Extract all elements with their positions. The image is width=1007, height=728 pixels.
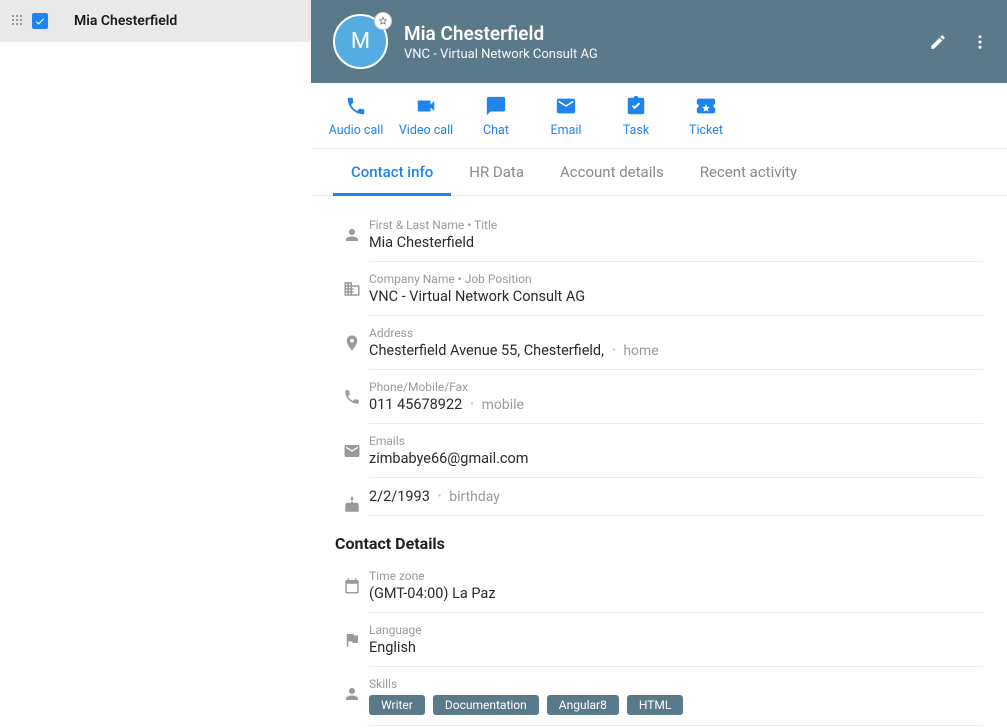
- avatar-initial: M: [351, 29, 370, 54]
- birthday-field-value: 2/2/1993: [369, 488, 430, 505]
- birthday-field-meta: birthday: [449, 489, 500, 505]
- video-call-button[interactable]: Video call: [391, 95, 461, 138]
- field-email: Emails zimbabye66@gmail.com: [335, 428, 983, 478]
- email-icon: [555, 95, 577, 117]
- ticket-label: Ticket: [689, 123, 723, 138]
- field-skills: Skills Writer Documentation Angular8 HTM…: [335, 671, 983, 726]
- address-field-meta: home: [623, 343, 658, 359]
- field-company: Company Name • Job Position VNC - Virtua…: [335, 266, 983, 316]
- company-field-label: Company Name • Job Position: [369, 272, 983, 286]
- field-phone: Phone/Mobile/Fax 011 45678922 • mobile: [335, 374, 983, 424]
- ticket-icon: [695, 95, 717, 117]
- timezone-field-label: Time zone: [369, 569, 983, 583]
- email-field-icon: [343, 442, 361, 460]
- contact-detail-panel: M Mia Chesterfield VNC - Virtual Network…: [311, 0, 1007, 728]
- language-field-label: Language: [369, 623, 983, 637]
- edit-icon[interactable]: [929, 33, 947, 51]
- chat-button[interactable]: Chat: [461, 95, 531, 138]
- company-field-value: VNC - Virtual Network Consult AG: [369, 288, 585, 305]
- field-name: First & Last Name • Title Mia Chesterfie…: [335, 212, 983, 262]
- skills-field-label: Skills: [369, 677, 983, 691]
- video-icon: [415, 95, 437, 117]
- cake-icon: [343, 496, 361, 514]
- person-skills-icon: [343, 685, 361, 703]
- building-icon: [343, 280, 361, 298]
- address-field-value: Chesterfield Avenue 55, Chesterfield,: [369, 342, 604, 359]
- star-icon: [378, 16, 388, 26]
- tab-hr-data[interactable]: HR Data: [451, 149, 542, 195]
- video-call-label: Video call: [399, 123, 453, 138]
- email-field-label: Emails: [369, 434, 983, 448]
- language-field-value: English: [369, 639, 416, 656]
- audio-call-button[interactable]: Audio call: [321, 95, 391, 138]
- drag-handle-icon[interactable]: [12, 15, 24, 27]
- avatar-container: M: [333, 14, 388, 69]
- contact-name: Mia Chesterfield: [404, 22, 598, 45]
- skills-chips: Writer Documentation Angular8 HTML: [369, 693, 983, 715]
- phone-field-icon: [343, 388, 361, 406]
- phone-field-label: Phone/Mobile/Fax: [369, 380, 983, 394]
- skill-chip[interactable]: Angular8: [547, 695, 619, 715]
- tab-contact-info[interactable]: Contact info: [333, 149, 451, 195]
- ticket-button[interactable]: Ticket: [671, 95, 741, 138]
- task-label: Task: [623, 123, 649, 138]
- flag-icon: [343, 631, 361, 649]
- favorite-badge[interactable]: [374, 12, 392, 30]
- email-button[interactable]: Email: [531, 95, 601, 138]
- timezone-field-value: (GMT-04:00) La Paz: [369, 585, 496, 602]
- select-contact-checkbox[interactable]: [32, 13, 48, 29]
- calendar-icon: [343, 577, 361, 595]
- skill-chip[interactable]: Documentation: [433, 695, 539, 715]
- skill-chip[interactable]: HTML: [627, 695, 684, 715]
- phone-icon: [345, 95, 367, 117]
- content-scroll[interactable]: First & Last Name • Title Mia Chesterfie…: [311, 196, 1007, 728]
- field-language: Language English: [335, 617, 983, 667]
- email-field-value: zimbabye66@gmail.com: [369, 450, 529, 467]
- task-button[interactable]: Task: [601, 95, 671, 138]
- task-icon: [625, 95, 647, 117]
- tabs: Contact info HR Data Account details Rec…: [311, 149, 1007, 196]
- field-address: Address Chesterfield Avenue 55, Chesterf…: [335, 320, 983, 370]
- more-icon[interactable]: [971, 33, 989, 51]
- field-timezone: Time zone (GMT-04:00) La Paz: [335, 563, 983, 613]
- skill-chip[interactable]: Writer: [369, 695, 425, 715]
- contact-list-item-label: Mia Chesterfield: [74, 13, 177, 29]
- contact-list-sidebar: Mia Chesterfield: [0, 0, 311, 728]
- contact-list-item[interactable]: Mia Chesterfield: [0, 0, 311, 42]
- field-birthday: 2/2/1993 • birthday: [335, 482, 983, 516]
- action-bar: Audio call Video call Chat Email Task Ti…: [311, 83, 1007, 149]
- chat-label: Chat: [483, 123, 509, 138]
- contact-header: M Mia Chesterfield VNC - Virtual Network…: [311, 0, 1007, 83]
- name-field-label: First & Last Name • Title: [369, 218, 983, 232]
- header-text: Mia Chesterfield VNC - Virtual Network C…: [404, 22, 598, 62]
- header-actions: [929, 33, 989, 51]
- email-label: Email: [551, 123, 582, 138]
- chat-icon: [485, 95, 507, 117]
- person-icon: [343, 226, 361, 244]
- audio-call-label: Audio call: [329, 123, 384, 138]
- tab-recent-activity[interactable]: Recent activity: [682, 149, 815, 195]
- name-field-value: Mia Chesterfield: [369, 234, 474, 251]
- tab-account-details[interactable]: Account details: [542, 149, 682, 195]
- location-icon: [343, 334, 361, 352]
- address-field-label: Address: [369, 326, 983, 340]
- phone-field-value: 011 45678922: [369, 396, 462, 413]
- phone-field-meta: mobile: [482, 397, 524, 413]
- checkmark-icon: [34, 15, 46, 27]
- contact-details-title: Contact Details: [335, 534, 983, 553]
- contact-company: VNC - Virtual Network Consult AG: [404, 47, 598, 62]
